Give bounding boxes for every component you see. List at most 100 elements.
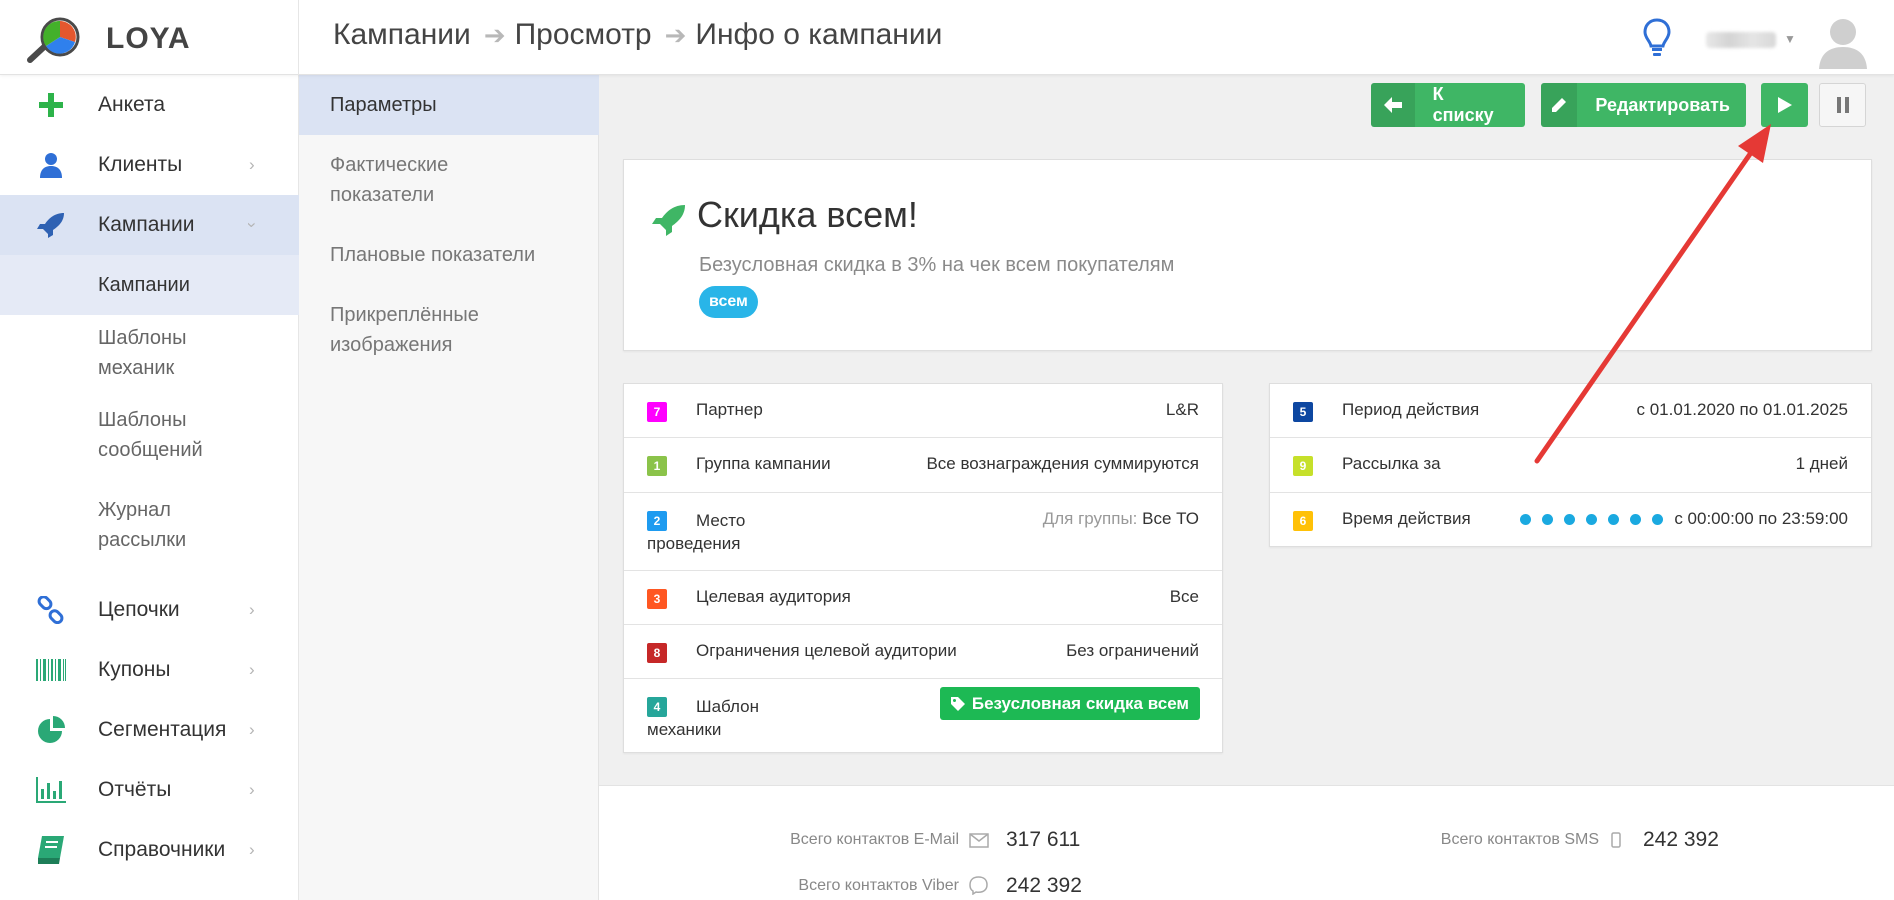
chain-icon xyxy=(36,595,66,625)
arrow-left-icon xyxy=(1371,83,1415,127)
pause-icon xyxy=(1836,97,1849,113)
table-row: 9 Рассылка за 1 дней xyxy=(1270,438,1871,493)
row-value: Все вознаграждения суммируются xyxy=(926,454,1199,473)
sidebar-subitem-message-templates[interactable]: Шаблоны сообщений xyxy=(0,390,299,480)
barcode-icon xyxy=(36,655,66,685)
sidebar-subitem-mechanic-templates[interactable]: Шаблоны механик xyxy=(0,315,299,390)
sidebar-item-questionnaire[interactable]: Анкета xyxy=(0,75,299,135)
row-value-prefix: Для группы: xyxy=(1042,509,1138,528)
chevron-down-icon[interactable]: ▼ xyxy=(1784,32,1796,46)
avatar[interactable] xyxy=(1814,11,1872,69)
edit-label: Редактировать xyxy=(1595,94,1730,115)
row-label: Шаблон механики xyxy=(647,697,759,739)
chevron-right-icon: › xyxy=(249,840,255,859)
sidebar-item-directories[interactable]: Справочники › xyxy=(0,820,299,880)
user-icon xyxy=(36,150,66,180)
row-number-badge: 9 xyxy=(1293,456,1313,476)
subnav-item-parameters[interactable]: Параметры xyxy=(299,75,599,135)
breadcrumb: Кампании ➔ Просмотр ➔ Инфо о кампании xyxy=(333,18,942,52)
book-icon xyxy=(36,835,66,865)
sidebar-subitem-label: Журнал рассылки xyxy=(98,499,187,551)
arrow-right-icon: ➔ xyxy=(664,19,687,50)
weekday-dots xyxy=(1520,509,1674,528)
sidebar-item-clients[interactable]: Клиенты › xyxy=(0,135,299,195)
table-row: 4 Шаблон механики Безусловная скидка все… xyxy=(624,679,1222,752)
breadcrumb-item-current: Инфо о кампании xyxy=(695,18,943,51)
subnav-item-actual-indicators[interactable]: Фактические показатели xyxy=(299,150,499,210)
sidebar-subitem-label: Шаблоны механик xyxy=(98,326,187,379)
viber-contacts-value: 242 392 xyxy=(1006,874,1082,897)
sidebar-item-label: Справочники xyxy=(98,838,226,861)
sidebar-item-label: Кампании xyxy=(98,213,195,236)
sidebar-item-label: Купоны xyxy=(98,658,171,681)
chevron-right-icon: › xyxy=(249,600,255,619)
app-name: LOYA xyxy=(106,22,191,55)
subnav-item-planned-indicators[interactable]: Плановые показатели xyxy=(299,240,599,270)
chevron-down-icon: › xyxy=(242,222,262,228)
back-to-list-button[interactable]: К списку xyxy=(1371,83,1525,127)
sidebar-item-label: Клиенты xyxy=(98,153,183,176)
lightbulb-icon[interactable] xyxy=(1642,17,1672,59)
sidebar-subitem-mailing-log[interactable]: Журнал рассылки xyxy=(0,480,299,570)
weekday-dot xyxy=(1542,514,1554,526)
time-range: с 00:00:00 по 23:59:00 xyxy=(1674,509,1848,528)
row-value: Для группы: Все ТО xyxy=(1043,509,1199,529)
back-to-list-label: К списку xyxy=(1432,84,1494,125)
row-label: Группа кампании xyxy=(696,454,831,473)
start-campaign-button[interactable] xyxy=(1761,83,1808,127)
weekday-dot xyxy=(1652,514,1664,526)
row-value: Без ограничений xyxy=(1066,641,1199,660)
chevron-right-icon: › xyxy=(249,155,255,174)
table-row: 1 Группа кампании Все вознаграждения сум… xyxy=(624,438,1222,493)
sidebar-subitem-label: Кампании xyxy=(98,274,190,296)
sidebar-item-label: Сегментация xyxy=(98,718,227,741)
sidebar-subitem-label: Шаблоны сообщений xyxy=(98,409,203,461)
contacts-stats: Всего контактов E-Mail 317 611 Всего кон… xyxy=(599,785,1894,900)
row-value: L&R xyxy=(1165,400,1199,419)
top-header: LOYA Кампании ➔ Просмотр ➔ Инфо о кампан… xyxy=(0,0,1894,75)
breadcrumb-item-view[interactable]: Просмотр xyxy=(515,18,652,52)
weekday-dot xyxy=(1586,514,1598,526)
row-number-badge: 7 xyxy=(647,402,667,422)
subnav-item-attached-images[interactable]: Прикреплённые изображения xyxy=(299,300,519,360)
table-row: 2 Место проведения Для группы: Все ТО xyxy=(624,493,1222,571)
table-row: 8 Ограничения целевой аудитории Без огра… xyxy=(624,625,1222,679)
table-row: 5 Период действия с 01.01.2020 по 01.01.… xyxy=(1270,384,1871,438)
breadcrumb-item-campaigns[interactable]: Кампании xyxy=(333,18,471,52)
mechanic-template-label: Безусловная скидка всем xyxy=(971,694,1189,713)
mechanic-template-link[interactable]: Безусловная скидка всем xyxy=(939,687,1200,720)
viber-icon xyxy=(969,876,988,895)
sidebar-item-label: Отчёты xyxy=(98,778,172,801)
sidebar-item-coupons[interactable]: Купоны › xyxy=(0,640,299,700)
arrow-right-icon: ➔ xyxy=(483,19,506,50)
weekday-dot xyxy=(1520,514,1532,526)
campaign-description: Безусловная скидка в 3% на чек всем поку… xyxy=(699,254,1175,276)
sidebar-item-reports[interactable]: Отчёты › xyxy=(0,760,299,820)
row-value: Все xyxy=(1169,587,1199,606)
bar-chart-icon xyxy=(36,775,66,805)
play-icon xyxy=(1777,97,1792,113)
edit-button[interactable]: Редактировать xyxy=(1541,83,1746,127)
row-value: с 01.01.2020 по 01.01.2025 xyxy=(1636,400,1849,419)
envelope-icon xyxy=(969,833,989,848)
user-name-blurred[interactable] xyxy=(1706,32,1776,48)
sidebar-item-campaigns[interactable]: Кампании › xyxy=(0,195,299,255)
row-value: с 00:00:00 по 23:59:00 xyxy=(1520,509,1848,529)
sidebar-subitem-campaigns[interactable]: Кампании xyxy=(0,255,299,315)
row-label: Ограничения целевой аудитории xyxy=(696,641,957,660)
pencil-icon xyxy=(1541,83,1578,127)
table-row: 7 Партнер L&R xyxy=(624,384,1222,438)
row-number-badge: 3 xyxy=(647,589,667,609)
table-row: 3 Целевая аудитория Все xyxy=(624,571,1222,625)
sidebar-item-chains[interactable]: Цепочки › xyxy=(0,580,299,640)
sms-contacts-value: 242 392 xyxy=(1643,828,1719,851)
chevron-right-icon: › xyxy=(249,660,255,679)
sidebar-item-segmentation[interactable]: Сегментация › xyxy=(0,700,299,760)
logo-icon xyxy=(27,17,80,63)
pause-campaign-button[interactable] xyxy=(1819,83,1866,127)
chevron-right-icon: › xyxy=(249,780,255,799)
row-number-badge: 1 xyxy=(647,456,667,476)
tag-icon xyxy=(950,696,965,711)
logo[interactable]: LOYA xyxy=(0,0,299,75)
weekday-dot xyxy=(1608,514,1620,526)
